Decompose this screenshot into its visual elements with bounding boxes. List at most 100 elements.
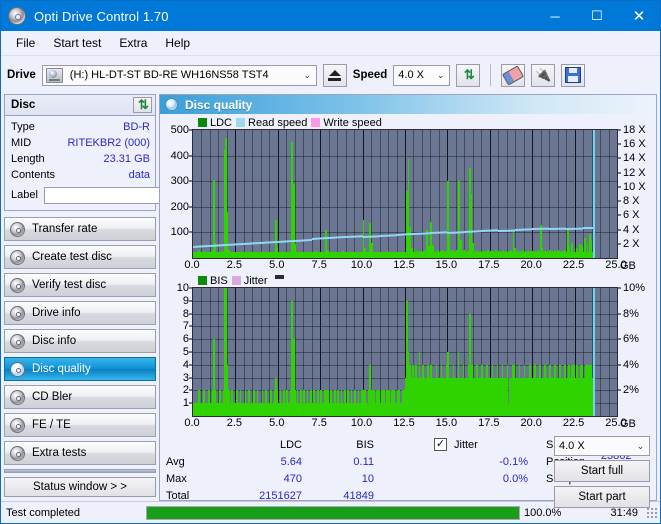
disc-icon <box>10 221 25 237</box>
data-bar <box>378 251 381 258</box>
stats-max-bis: 10 <box>361 472 374 485</box>
chart-bis-plotrow: 1 2 3 4 5 6 7 8 9 10 2% 4% 6% 8% 10% <box>162 282 654 417</box>
data-bar <box>492 251 495 258</box>
data-bar <box>247 252 249 258</box>
data-bar <box>302 252 305 258</box>
minimize-button[interactable]: ─ <box>534 1 576 31</box>
close-button[interactable]: ✕ <box>618 1 660 31</box>
stats-total-bis: 41849 <box>343 489 374 502</box>
erase-button[interactable] <box>501 63 526 87</box>
sidebar-item-cd-bler[interactable]: CD Bler <box>4 385 156 409</box>
stats-row-label: Avg <box>166 455 185 468</box>
grid-line <box>464 130 466 258</box>
data-bar <box>576 247 579 258</box>
stats-row-label: Total <box>166 489 190 502</box>
data-bar <box>357 253 360 258</box>
test-speed-select[interactable]: 4.0 X ⌄ <box>554 436 650 456</box>
legend-swatch <box>198 276 207 285</box>
save-button[interactable] <box>561 63 586 87</box>
x-tick-label: 17.5 <box>478 417 500 429</box>
speed-select[interactable]: 4.0 X ⌄ <box>393 64 451 86</box>
start-part-button[interactable]: Start part <box>554 486 650 508</box>
menu-start-test[interactable]: Start test <box>44 34 110 52</box>
data-bar <box>556 249 559 258</box>
grid-line <box>294 130 296 258</box>
data-bar <box>242 252 244 258</box>
refresh-button[interactable]: ⇅ <box>456 63 481 87</box>
jitter-max-value: 0.0% <box>502 472 528 485</box>
grid-line <box>193 155 617 157</box>
grid-line <box>421 130 423 258</box>
y2-tick-label: 4% <box>623 358 639 371</box>
chart-ldc-plot <box>192 129 618 259</box>
plug-button[interactable]: 🔌 <box>531 63 556 87</box>
chart-bis-x-unit: GB <box>620 418 636 430</box>
status-window-button[interactable]: Status window > > <box>4 477 156 497</box>
disc-refresh-button[interactable]: ⇅ <box>133 97 152 113</box>
sidebar-item-create-test-disc[interactable]: Create test disc <box>4 245 156 269</box>
jitter-max-row: 0.0% <box>416 470 546 487</box>
grid-line <box>337 130 339 258</box>
stats-row-total: Total 2151627 41849 <box>166 487 416 504</box>
drive-select[interactable]: (H:) HL-DT-ST BD-RE WH16NS58 TST4 ⌄ <box>41 64 317 86</box>
sidebar-item-extra-tests[interactable]: Extra tests <box>4 441 156 465</box>
data-bar <box>283 251 286 258</box>
read-speed-line <box>498 229 516 232</box>
y-tick-label: 10 <box>176 282 189 294</box>
nav-list: Transfer rate Create test disc Verify te… <box>4 217 156 465</box>
grid-line <box>218 130 220 258</box>
sidebar-item-label: Disc info <box>32 335 77 347</box>
data-bar <box>310 252 312 258</box>
eject-button[interactable] <box>322 63 347 87</box>
chart-ldc-plotrow: 100 200 300 400 500 2 X4 X6 X8 X 10 X 12 X 14 X… <box>162 124 654 259</box>
legend-item-ldc: LDC <box>198 117 232 129</box>
menu-help[interactable]: Help <box>156 34 199 52</box>
data-bar <box>396 251 399 258</box>
chart-bis-y2-axis: 2% 4% 6% 8% 10% <box>618 282 654 417</box>
sidebar-item-drive-info[interactable]: Drive info <box>4 301 156 325</box>
y2-tick-label: 2 X <box>623 237 640 250</box>
drive-toolbar: Drive (H:) HL-DT-ST BD-RE WH16NS58 TST4 … <box>1 56 660 94</box>
jitter-checkbox[interactable]: ✓ <box>434 438 447 451</box>
x-tick-label: 20.0 <box>520 417 542 429</box>
chart-bis-x-unit-wrap: GB <box>618 417 654 432</box>
sidebar-item-disc-info[interactable]: Disc info <box>4 329 156 353</box>
refresh-icon: ⇅ <box>138 97 149 112</box>
sidebar-item-fe-te[interactable]: FE / TE <box>4 413 156 437</box>
y2-tick-label: 4 X <box>623 223 640 236</box>
resize-grip[interactable] <box>646 506 658 519</box>
read-speed-line <box>379 234 397 237</box>
menu-file[interactable]: File <box>7 34 44 52</box>
drive-label: Drive <box>7 69 36 81</box>
x-tick-label: 12.5 <box>393 259 415 271</box>
y2-tick <box>618 214 621 216</box>
sidebar-item-disc-quality[interactable]: Disc quality <box>4 357 156 381</box>
x-tick-label: 15.0 <box>435 417 458 429</box>
data-bar <box>410 247 413 258</box>
jitter-header: ✓ Jitter <box>416 436 546 453</box>
data-bar <box>516 250 519 258</box>
start-full-button[interactable]: Start full <box>554 460 650 482</box>
y2-tick-label: 18 X <box>623 124 646 136</box>
stats-max-ldc: 470 <box>283 472 302 485</box>
y2-tick <box>618 313 621 315</box>
disc-row-type: Type BD-R <box>11 119 150 135</box>
read-speed-line <box>294 238 312 242</box>
sidebar-item-transfer-rate[interactable]: Transfer rate <box>4 217 156 241</box>
legend-item-bis: BIS <box>198 275 228 287</box>
grid-line <box>269 130 271 258</box>
maximize-button[interactable]: ☐ <box>576 1 618 31</box>
read-speed-line <box>362 234 380 238</box>
data-bar <box>270 252 272 258</box>
x-tick-label: 7.5 <box>311 259 327 271</box>
y2-tick-label: 16 X <box>623 138 646 151</box>
data-bar <box>413 249 416 258</box>
legend-swatch <box>231 276 241 285</box>
grid-line <box>243 130 245 258</box>
menu-extra[interactable]: Extra <box>110 34 156 52</box>
data-bar <box>254 251 257 258</box>
sidebar-item-label: Verify test disc <box>32 279 107 291</box>
sidebar-item-verify-test-disc[interactable]: Verify test disc <box>4 273 156 297</box>
legend-label: Write speed <box>323 116 382 129</box>
data-bar <box>437 249 439 258</box>
